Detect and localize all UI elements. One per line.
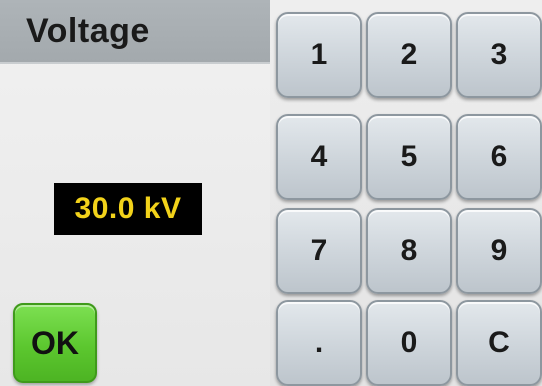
key-8-label: 8 — [400, 234, 418, 267]
key-3[interactable]: 3 — [456, 12, 542, 98]
key-clear-label: C — [488, 326, 510, 359]
key-1-label: 1 — [310, 38, 328, 71]
key-clear[interactable]: C — [456, 300, 542, 386]
key-5-label: 5 — [400, 140, 418, 173]
value-text: 30.0 kV — [74, 192, 182, 225]
value-display: 30.0 kV — [54, 183, 202, 235]
key-5[interactable]: 5 — [366, 114, 452, 200]
key-decimal-label: . — [314, 326, 324, 359]
page-title: Voltage — [26, 12, 150, 50]
key-6[interactable]: 6 — [456, 114, 542, 200]
key-7-label: 7 — [310, 234, 328, 267]
key-2[interactable]: 2 — [366, 12, 452, 98]
key-8[interactable]: 8 — [366, 208, 452, 294]
key-4-label: 4 — [310, 140, 328, 173]
ok-button-label: OK — [31, 324, 79, 361]
key-0-label: 0 — [400, 326, 418, 359]
key-7[interactable]: 7 — [276, 208, 362, 294]
keypad: 1 2 3 4 5 6 7 8 9 . 0 C — [270, 0, 542, 386]
key-9[interactable]: 9 — [456, 208, 542, 294]
ok-button[interactable]: OK — [13, 303, 97, 383]
screen: Voltage 30.0 kV OK 1 2 3 4 5 6 7 8 9 . 0… — [0, 0, 542, 386]
key-4[interactable]: 4 — [276, 114, 362, 200]
key-9-label: 9 — [490, 234, 508, 267]
title-bar: Voltage — [0, 0, 270, 64]
key-6-label: 6 — [490, 140, 508, 173]
key-decimal[interactable]: . — [276, 300, 362, 386]
key-2-label: 2 — [400, 38, 418, 71]
left-panel: Voltage 30.0 kV OK — [0, 0, 272, 386]
key-0[interactable]: 0 — [366, 300, 452, 386]
key-1[interactable]: 1 — [276, 12, 362, 98]
key-3-label: 3 — [490, 38, 508, 71]
